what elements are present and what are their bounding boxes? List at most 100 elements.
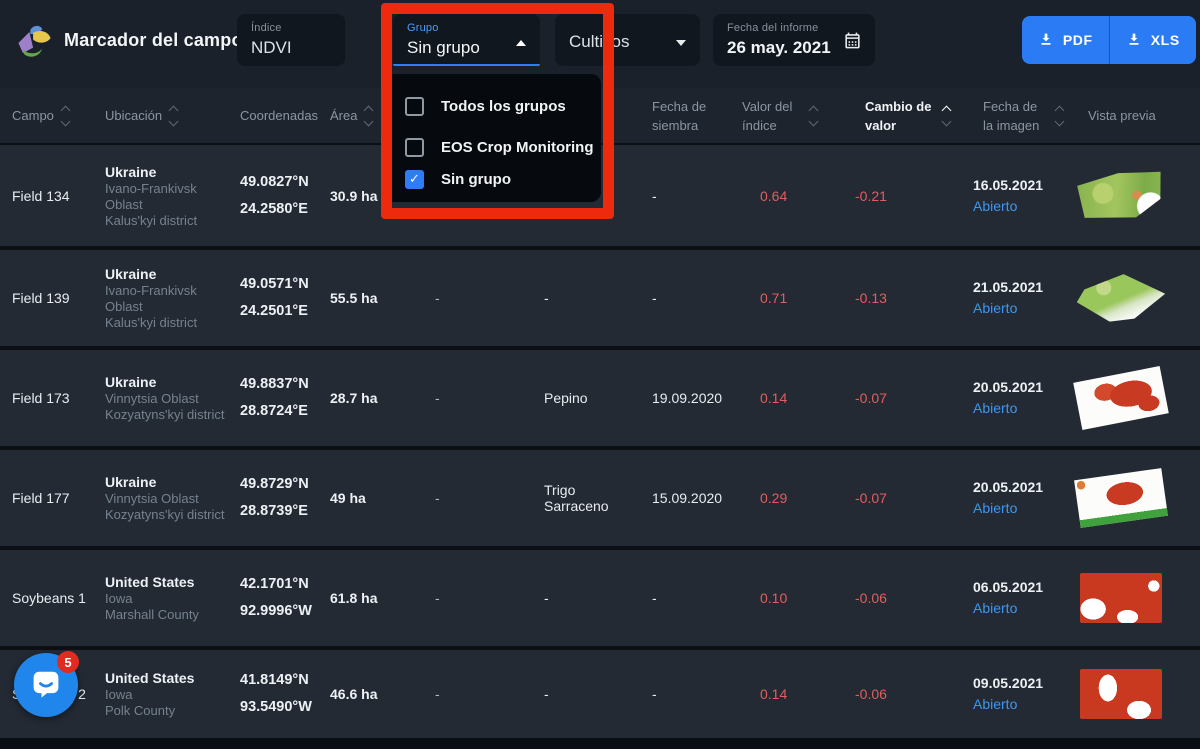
group-cell: -: [420, 590, 535, 606]
chevron-up-icon: [516, 40, 526, 46]
field-name: Soybeans 1: [0, 590, 100, 606]
field-preview-image[interactable]: [1080, 573, 1162, 623]
table-row[interactable]: Field 139 Ukraine Ivano-Frankivsk Oblast…: [0, 250, 1200, 350]
open-link[interactable]: Abierto: [973, 400, 1017, 416]
column-header-cambio-valor[interactable]: Cambio de valor: [843, 97, 958, 135]
field-preview-image[interactable]: [1080, 669, 1162, 719]
group-select[interactable]: Grupo Sin grupo: [393, 14, 540, 66]
location-country: Ukraine: [105, 373, 235, 391]
index-value-cell: 0.64: [735, 188, 843, 204]
open-link[interactable]: Abierto: [973, 500, 1017, 516]
open-link[interactable]: Abierto: [973, 300, 1017, 316]
crop-cell: -: [535, 686, 643, 702]
sowing-date-cell: -: [643, 290, 735, 306]
table-row[interactable]: Soybeans 1 United States Iowa Marshall C…: [0, 550, 1200, 650]
preview-cell: [1063, 573, 1200, 623]
notification-badge: 5: [57, 651, 79, 673]
index-select[interactable]: Índice NDVI: [237, 14, 345, 66]
sowing-date-cell: -: [643, 686, 735, 702]
download-icon: [1126, 31, 1142, 50]
open-link[interactable]: Abierto: [973, 198, 1017, 214]
sort-icon[interactable]: [365, 107, 372, 125]
chat-widget-button[interactable]: 5: [14, 653, 78, 717]
sort-icon[interactable]: [62, 107, 69, 125]
location-country: United States: [105, 669, 235, 687]
location-country: United States: [105, 573, 235, 591]
group-select-label: Grupo: [407, 22, 526, 35]
column-header-ubicacion[interactable]: Ubicación: [100, 106, 235, 125]
download-icon: [1038, 31, 1054, 50]
checkbox-unchecked-icon[interactable]: [405, 138, 424, 157]
location-region: Ivano-Frankivsk Oblast: [105, 181, 235, 213]
location-cell: United States Iowa Polk County: [100, 669, 235, 719]
sowing-date-cell: 19.09.2020: [643, 390, 735, 406]
open-link[interactable]: Abierto: [973, 600, 1017, 616]
sort-icon[interactable]: [170, 107, 177, 125]
image-date: 09.05.2021: [973, 673, 1063, 694]
crops-select[interactable]: Cultivos: [555, 14, 700, 66]
value-change-cell: -0.21: [843, 188, 958, 204]
image-date-cell: 20.05.2021 Abierto: [958, 377, 1063, 419]
location-region: Vinnytsia Oblast: [105, 491, 235, 507]
report-date-select[interactable]: Fecha del informe 26 may. 2021: [713, 14, 875, 66]
sowing-date-cell: -: [643, 590, 735, 606]
image-date-cell: 16.05.2021 Abierto: [958, 175, 1063, 217]
index-value-cell: 0.10: [735, 590, 843, 606]
dropdown-option-all-groups[interactable]: Todos los grupos: [383, 90, 601, 122]
coordinates-cell: 49.8729°N 28.8739°E: [235, 471, 325, 525]
location-cell: Ukraine Vinnytsia Oblast Kozyatyns'kyi d…: [100, 473, 235, 523]
location-cell: United States Iowa Marshall County: [100, 573, 235, 623]
chevron-down-icon: [676, 40, 686, 46]
table-row[interactable]: Soybeans 2 United States Iowa Polk Count…: [0, 650, 1200, 738]
image-date-cell: 20.05.2021 Abierto: [958, 477, 1063, 519]
crops-select-value: Cultivos: [569, 30, 686, 54]
field-name: Field 134: [0, 188, 100, 204]
checkbox-checked-icon[interactable]: ✓: [405, 170, 424, 189]
crop-cell: -: [535, 290, 643, 306]
preview-cell: [1063, 274, 1200, 322]
value-change-cell: -0.06: [843, 686, 958, 702]
longitude: 24.2501°E: [240, 298, 325, 325]
download-pdf-button[interactable]: PDF: [1022, 16, 1109, 64]
sort-icon[interactable]: [1056, 107, 1063, 125]
location-country: Ukraine: [105, 265, 235, 283]
value-change-cell: -0.07: [843, 490, 958, 506]
page-title: Marcador del campo: [64, 30, 243, 51]
open-link[interactable]: Abierto: [973, 696, 1017, 712]
field-preview-image[interactable]: [1074, 468, 1168, 528]
pdf-button-label: PDF: [1063, 32, 1093, 48]
location-cell: Ukraine Ivano-Frankivsk Oblast Kalus'kyi…: [100, 163, 235, 229]
checkbox-unchecked-icon[interactable]: [405, 97, 424, 116]
table-row[interactable]: Field 173 Ukraine Vinnytsia Oblast Kozya…: [0, 350, 1200, 450]
index-value-cell: 0.14: [735, 686, 843, 702]
location-region: Ivano-Frankivsk Oblast: [105, 283, 235, 315]
latitude: 49.8837°N: [240, 371, 325, 398]
latitude: 42.1701°N: [240, 571, 325, 598]
column-header-campo[interactable]: Campo: [0, 106, 100, 125]
sort-icon[interactable]: [810, 107, 817, 125]
table-row[interactable]: Field 177 Ukraine Vinnytsia Oblast Kozya…: [0, 450, 1200, 550]
image-date-cell: 09.05.2021 Abierto: [958, 673, 1063, 715]
index-select-value: NDVI: [251, 36, 331, 60]
image-date: 21.05.2021: [973, 277, 1063, 298]
image-date: 20.05.2021: [973, 477, 1063, 498]
location-region: Iowa: [105, 591, 235, 607]
longitude: 28.8739°E: [240, 498, 325, 525]
bottom-strip: [0, 738, 1200, 749]
sowing-date-cell: 15.09.2020: [643, 490, 735, 506]
field-preview-image[interactable]: [1076, 272, 1166, 323]
dropdown-option-eos-crop-monitoring[interactable]: EOS Crop Monitoring: [383, 131, 601, 163]
column-header-valor-indice[interactable]: Valor del índice: [735, 97, 843, 135]
field-preview-image[interactable]: [1073, 366, 1169, 430]
column-header-coordenadas: Coordenadas: [235, 106, 325, 125]
sort-icon-active[interactable]: [943, 107, 950, 125]
dropdown-option-sin-grupo[interactable]: ✓ Sin grupo: [383, 163, 601, 195]
location-region: Iowa: [105, 687, 235, 703]
app-logo-icon[interactable]: [12, 21, 56, 65]
download-xls-button[interactable]: XLS: [1110, 16, 1197, 64]
report-date-value: 26 may. 2021: [727, 36, 861, 60]
field-scouting-page: Marcador del campo Índice NDVI Grupo Sin…: [0, 0, 1200, 749]
field-preview-image[interactable]: [1074, 166, 1167, 224]
location-cell: Ukraine Vinnytsia Oblast Kozyatyns'kyi d…: [100, 373, 235, 423]
column-header-fecha-imagen[interactable]: Fecha de la imagen: [958, 97, 1063, 135]
